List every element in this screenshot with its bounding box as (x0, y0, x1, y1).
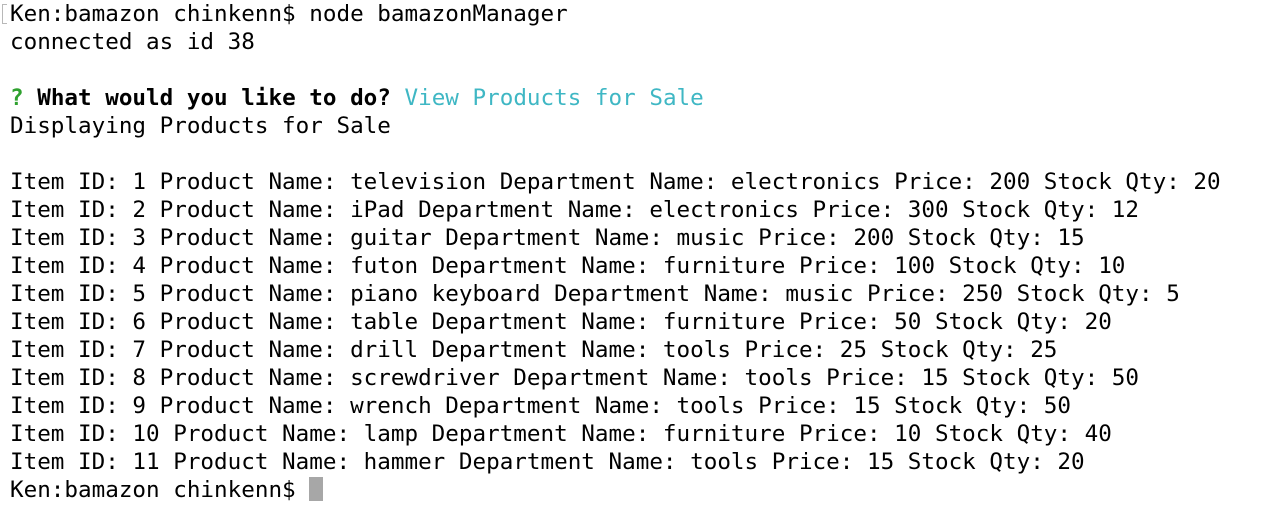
product-row: Item ID: 5 Product Name: piano keyboard … (10, 281, 1180, 307)
product-row: Item ID: 8 Product Name: screwdriver Dep… (10, 365, 1140, 391)
product-row: Item ID: 3 Product Name: guitar Departme… (10, 225, 1085, 251)
final-prompt-line[interactable]: Ken:bamazon chinkenn$ (10, 476, 1276, 504)
text-cursor (309, 477, 324, 501)
connection-status-line: connected as id 38 (10, 29, 255, 55)
prompt-question-mark: ? (10, 85, 24, 111)
product-row: Item ID: 4 Product Name: futon Departmen… (10, 253, 1126, 279)
product-row: Item ID: 10 Product Name: lamp Departmen… (10, 421, 1112, 447)
product-row: Item ID: 1 Product Name: television Depa… (10, 169, 1221, 195)
prompt-answer: View Products for Sale (404, 85, 704, 111)
inquirer-prompt-line: ? What would you like to do? View Produc… (10, 84, 1276, 112)
product-row: Item ID: 11 Product Name: hammer Departm… (10, 449, 1085, 475)
product-row: Item ID: 7 Product Name: drill Departmen… (10, 337, 1058, 363)
prompt-question: What would you like to do? (37, 85, 391, 111)
selection-bracket (2, 4, 7, 24)
displaying-line: Displaying Products for Sale (10, 113, 391, 139)
product-row: Item ID: 9 Product Name: wrench Departme… (10, 393, 1072, 419)
product-row: Item ID: 2 Product Name: iPad Department… (10, 197, 1140, 223)
terminal-window[interactable]: Ken:bamazon chinkenn$ node bamazonManage… (0, 0, 1276, 506)
shell-prompt: Ken:bamazon chinkenn$ (10, 477, 310, 503)
product-row: Item ID: 6 Product Name: table Departmen… (10, 309, 1112, 335)
command-line: Ken:bamazon chinkenn$ node bamazonManage… (10, 1, 568, 27)
